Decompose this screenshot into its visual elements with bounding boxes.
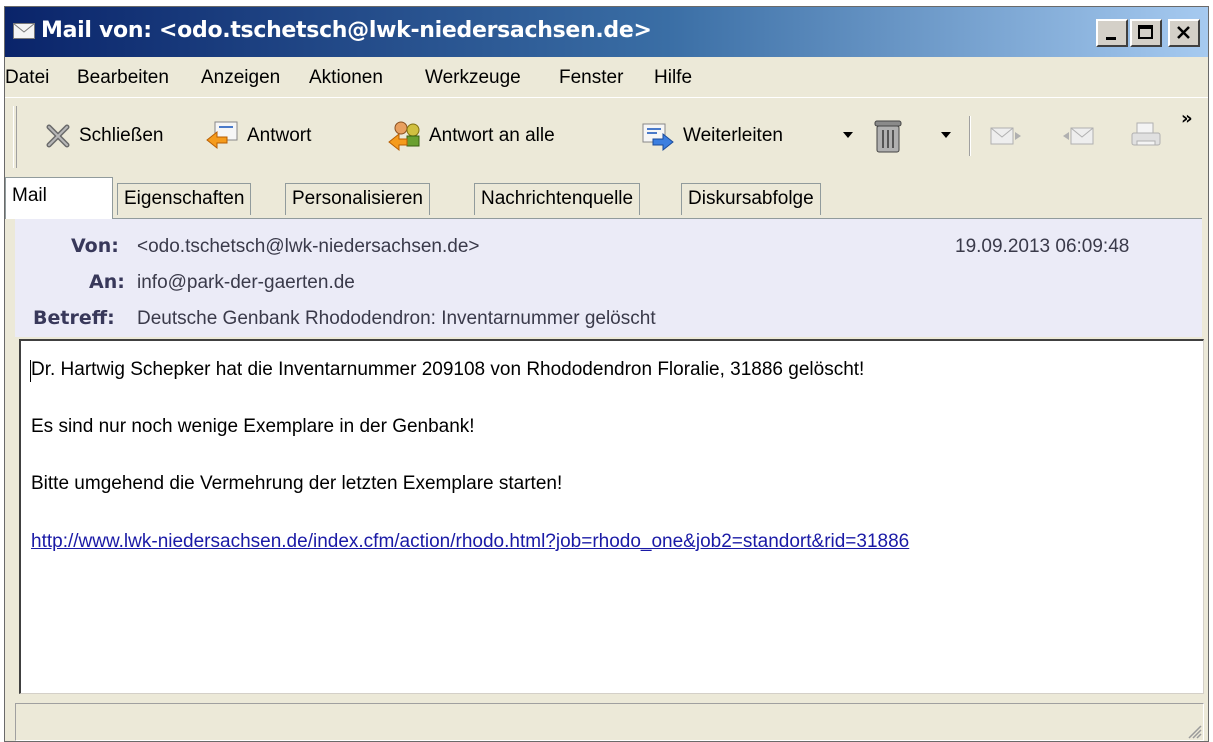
next-message-icon — [990, 127, 1021, 145]
toolbar-separator — [969, 116, 971, 156]
status-panel — [15, 703, 1204, 741]
menu-werkzeuge[interactable]: Werkzeuge — [425, 67, 521, 89]
body-link[interactable]: http://www.lwk-niedersachsen.de/index.cf… — [31, 531, 909, 553]
menu-bearbeiten[interactable]: Bearbeiten — [77, 67, 169, 89]
menu-bar: Datei Bearbeiten Anzeigen Aktionen Werkz… — [5, 61, 1208, 95]
message-body[interactable]: Dr. Hartwig Schepker hat die Inventarnum… — [19, 339, 1204, 694]
forward-dropdown-arrow[interactable] — [843, 132, 853, 138]
next-message-button[interactable] — [989, 116, 1023, 156]
tab-diskursabfolge[interactable]: Diskursabfolge — [681, 183, 821, 215]
body-line-2: Es sind nur noch wenige Exemplare in der… — [31, 416, 475, 437]
mail-window: Mail von: <odo.tschetsch@lwk-niedersachs… — [4, 6, 1209, 742]
menu-hilfe[interactable]: Hilfe — [654, 67, 692, 89]
close-x-icon — [46, 124, 70, 148]
reply-all-icon — [388, 121, 420, 152]
body-line-3: Bitte umgehend die Vermehrung der letzte… — [31, 473, 563, 494]
message-date: 19.09.2013 06:09:48 — [955, 236, 1130, 257]
body-line-1: Dr. Hartwig Schepker hat die Inventarnum… — [31, 359, 865, 380]
maximize-icon — [1138, 25, 1153, 39]
reply-all-button[interactable]: Antwort an alle — [387, 116, 555, 156]
tab-strip: Mail Eigenschaften Personalisieren Nachr… — [5, 177, 1208, 219]
print-icon — [1131, 122, 1161, 146]
close-message-label: Schließen — [79, 125, 164, 146]
close-message-button[interactable]: Schließen — [45, 116, 164, 156]
previous-message-button[interactable] — [1061, 116, 1095, 156]
from-value[interactable]: <odo.tschetsch@lwk-niedersachsen.de> — [137, 236, 479, 258]
minimize-icon — [1106, 37, 1116, 40]
menu-datei[interactable]: Datei — [5, 67, 49, 89]
previous-message-icon — [1063, 127, 1094, 145]
minimize-button[interactable] — [1096, 19, 1128, 47]
from-label: Von: — [71, 235, 119, 257]
menu-aktionen[interactable]: Aktionen — [309, 67, 383, 89]
forward-icon — [642, 123, 674, 152]
reply-button[interactable]: Antwort — [205, 116, 311, 156]
tab-personalisieren[interactable]: Personalisieren — [285, 183, 430, 215]
envelope-icon — [13, 23, 35, 39]
close-window-button[interactable] — [1168, 19, 1200, 47]
subject-value: Deutsche Genbank Rhododendron: Inventarn… — [137, 308, 656, 329]
menu-anzeigen[interactable]: Anzeigen — [201, 67, 280, 89]
delete-button[interactable] — [871, 116, 905, 156]
message-header: Von: <odo.tschetsch@lwk-niedersachsen.de… — [15, 218, 1202, 337]
tab-mail[interactable]: Mail — [5, 177, 113, 219]
forward-label: Weiterleiten — [683, 125, 783, 146]
status-bar — [15, 703, 1204, 741]
forward-button[interactable]: Weiterleiten — [641, 116, 783, 156]
menu-fenster[interactable]: Fenster — [559, 67, 623, 89]
to-label: An: — [89, 271, 125, 293]
tab-eigenschaften[interactable]: Eigenschaften — [117, 183, 252, 215]
reply-label: Antwort — [247, 125, 312, 146]
print-button[interactable] — [1129, 116, 1163, 156]
maximize-button[interactable] — [1130, 19, 1162, 47]
reply-icon — [206, 121, 238, 150]
delete-dropdown-arrow[interactable] — [941, 132, 951, 138]
toolbar-grip[interactable] — [13, 106, 17, 168]
resize-grip-icon[interactable] — [1186, 723, 1202, 739]
to-value[interactable]: info@park-der-gaerten.de — [137, 272, 355, 294]
reply-all-label: Antwort an alle — [429, 125, 555, 146]
title-bar[interactable]: Mail von: <odo.tschetsch@lwk-niedersachs… — [5, 7, 1208, 57]
trash-can-icon — [874, 120, 902, 153]
window-title: Mail von: <odo.tschetsch@lwk-niedersachs… — [41, 18, 652, 43]
close-icon — [1177, 26, 1190, 39]
toolbar-overflow-chevron[interactable]: » — [1181, 108, 1193, 129]
toolbar: Schließen Antwort Antwort an alle Weiter… — [5, 97, 1208, 177]
subject-label: Betreff: — [33, 307, 115, 329]
tab-nachrichtenquelle[interactable]: Nachrichtenquelle — [474, 183, 641, 215]
